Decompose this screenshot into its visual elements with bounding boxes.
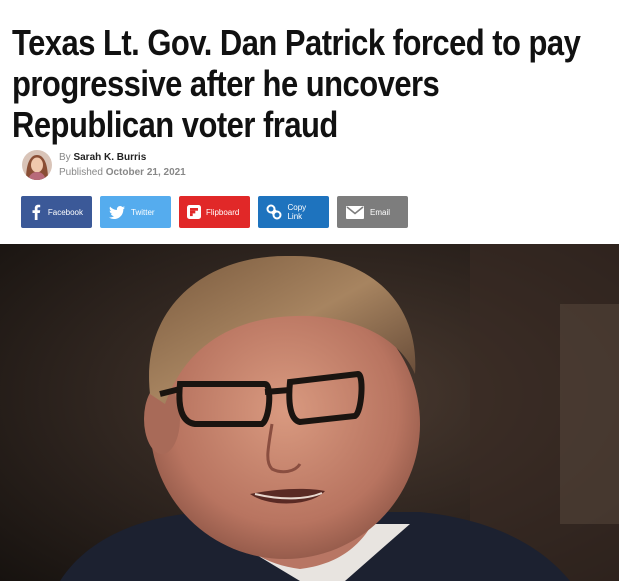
publish-date: October 21, 2021 — [105, 167, 186, 178]
copy-link-button[interactable]: Copy Link — [258, 196, 329, 228]
author-link[interactable]: Sarah K. Burris — [73, 152, 146, 163]
byline: By Sarah K. Burris Published October 21,… — [22, 148, 186, 182]
email-share-button[interactable]: Email — [337, 196, 408, 228]
by-label: By — [59, 152, 71, 163]
author-avatar[interactable] — [22, 150, 52, 180]
published-label: Published — [59, 167, 103, 178]
facebook-label: Facebook — [47, 207, 83, 217]
link-icon — [266, 204, 282, 220]
featured-image — [0, 244, 619, 581]
share-bar: Facebook Twitter Flipboard Copy Link Ema… — [21, 196, 408, 228]
article-headline: Texas Lt. Gov. Dan Patrick forced to pay… — [12, 22, 581, 145]
twitter-icon — [108, 205, 126, 219]
envelope-icon — [345, 205, 365, 219]
featured-photo — [0, 244, 619, 581]
facebook-icon — [29, 204, 43, 220]
facebook-share-button[interactable]: Facebook — [21, 196, 92, 228]
twitter-share-button[interactable]: Twitter — [100, 196, 171, 228]
flipboard-label: Flipboard — [206, 207, 240, 217]
copy-link-label: Copy Link — [287, 203, 307, 221]
twitter-label: Twitter — [131, 207, 155, 217]
flipboard-share-button[interactable]: Flipboard — [179, 196, 250, 228]
byline-text: By Sarah K. Burris Published October 21,… — [59, 150, 186, 180]
email-label: Email — [370, 207, 391, 217]
flipboard-icon — [187, 205, 201, 219]
